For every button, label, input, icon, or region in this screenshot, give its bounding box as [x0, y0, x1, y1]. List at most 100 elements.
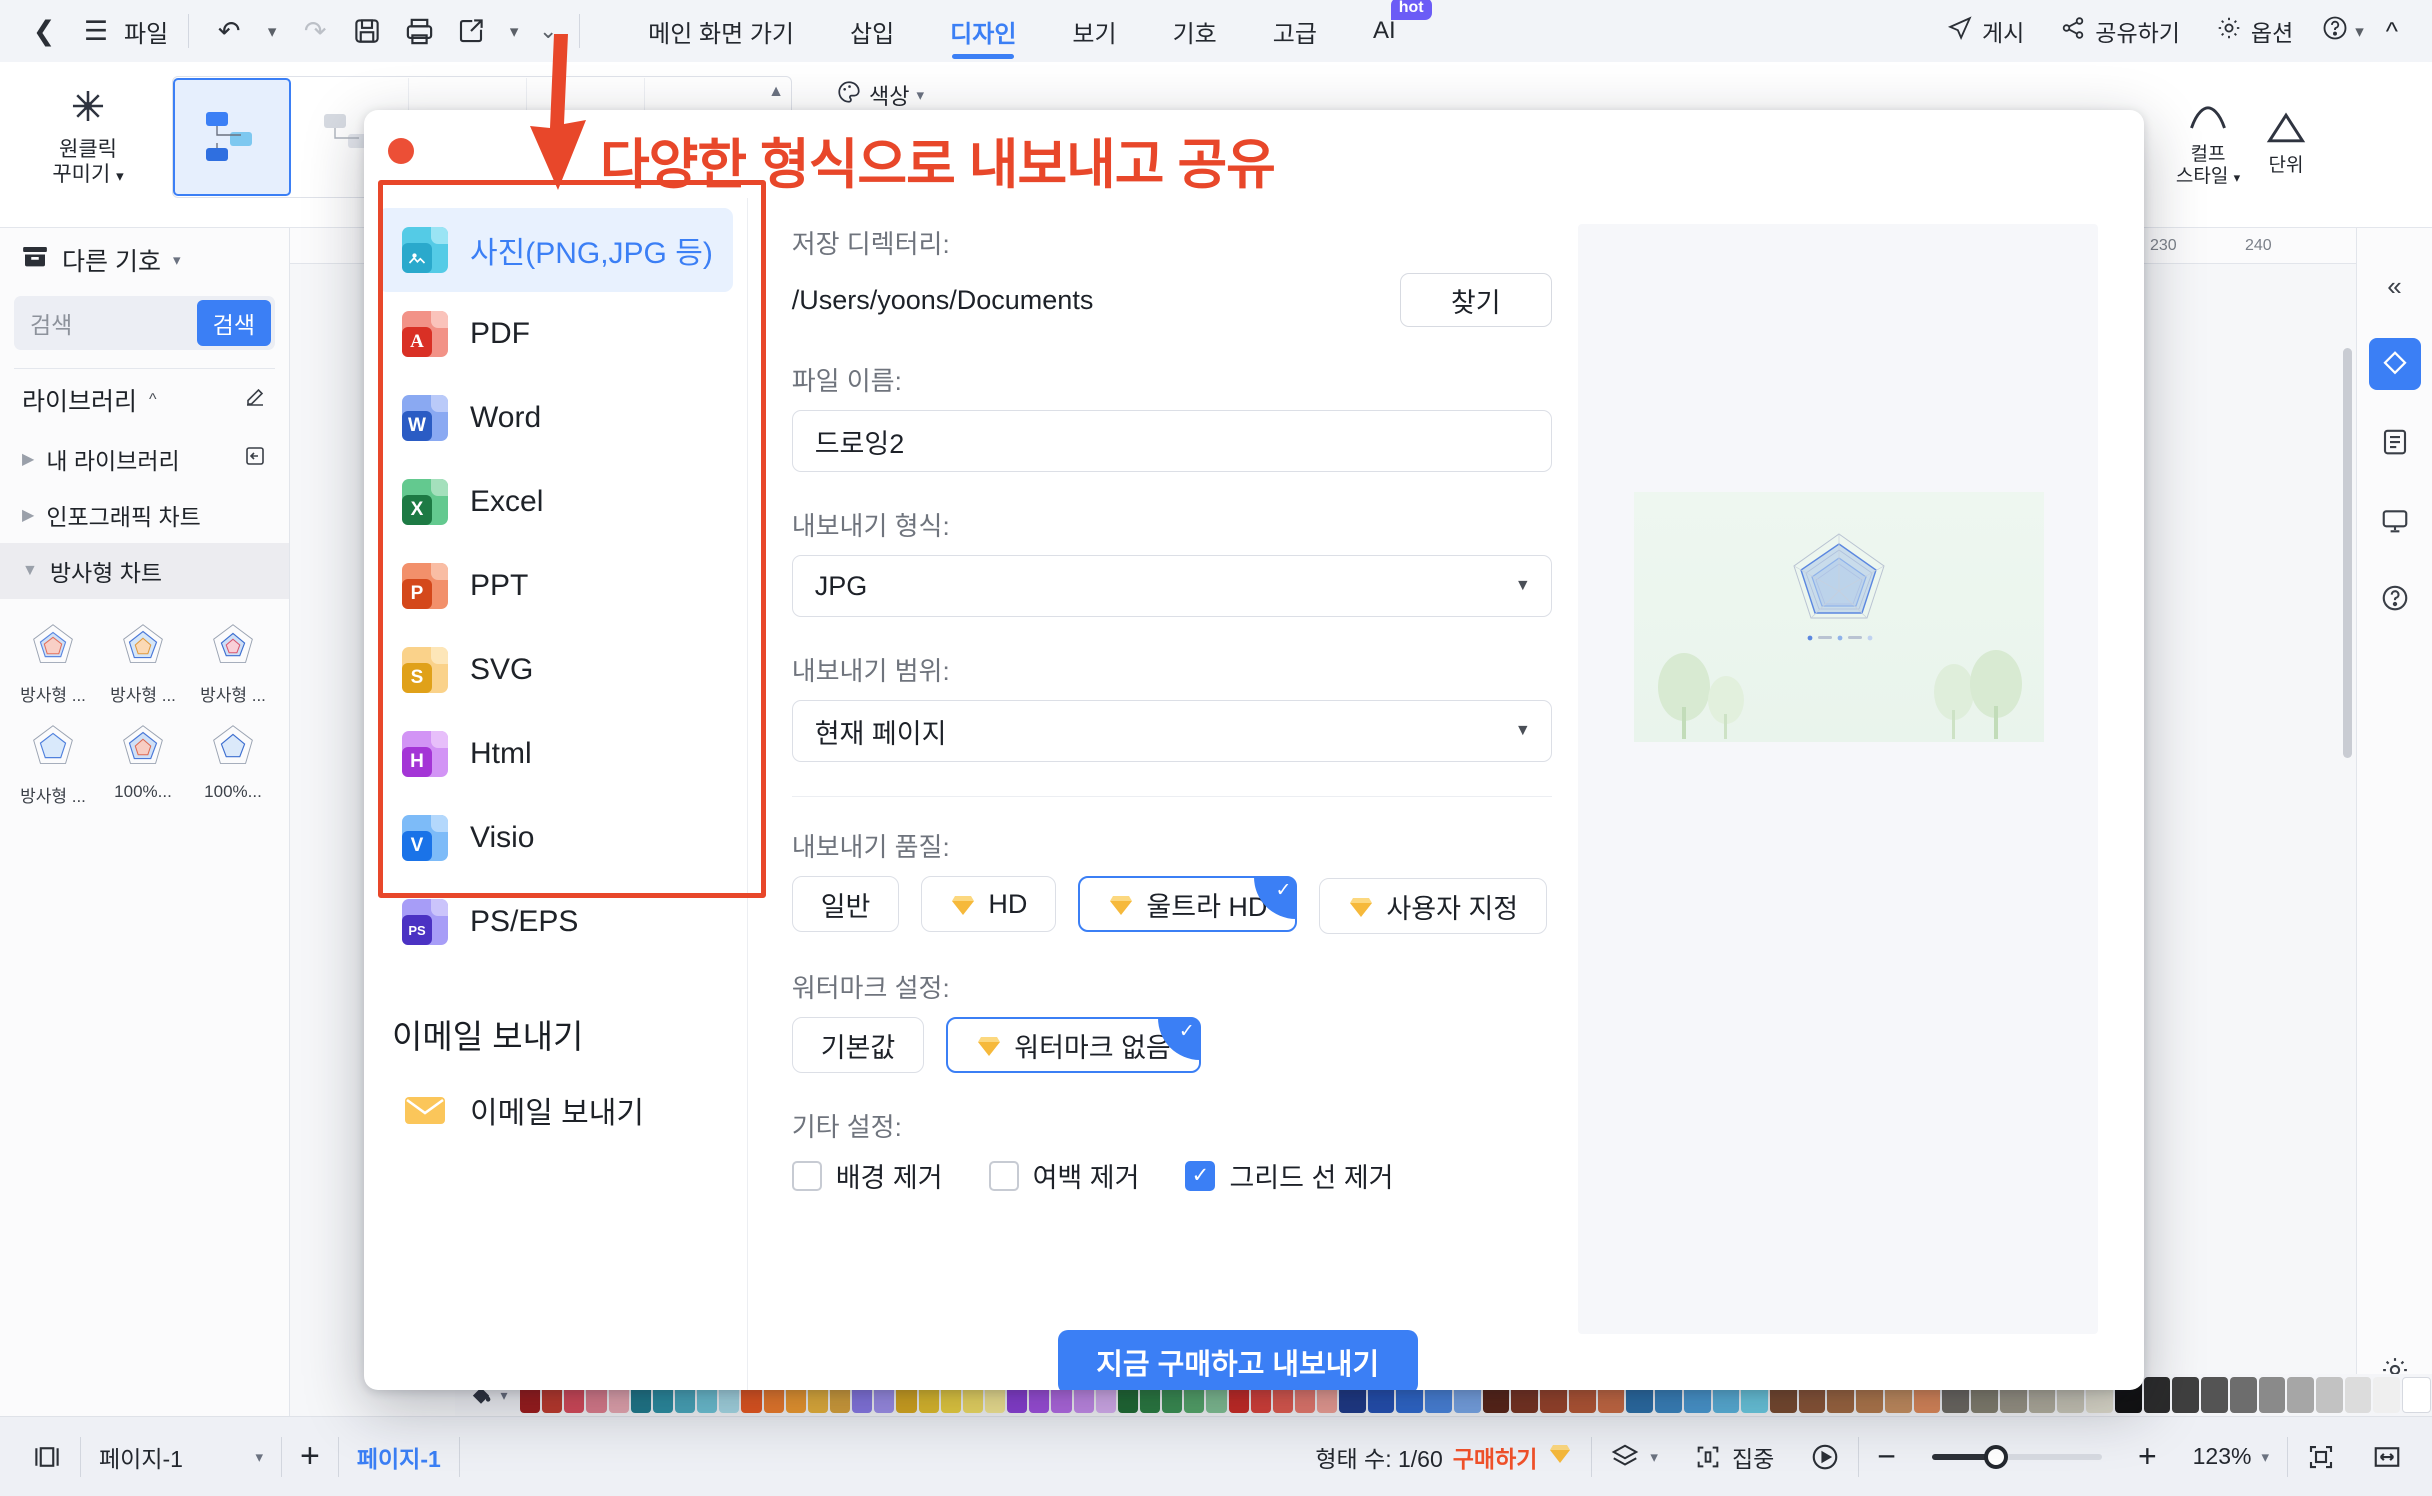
browse-button[interactable]: 찾기 [1399, 273, 1552, 327]
checkbox-remove-background[interactable]: 배경 제거 [791, 1156, 943, 1195]
chevron-up-icon[interactable]: ^ [149, 391, 157, 409]
menu-item-design[interactable]: 디자인 [922, 0, 1044, 62]
checkbox-box[interactable] [988, 1160, 1019, 1191]
email-send-item[interactable]: 이메일 보내기 [378, 1068, 733, 1152]
color-swatch[interactable] [2287, 1377, 2314, 1413]
chevron-down-icon[interactable]: ▾ [2261, 1448, 2269, 1466]
search-button[interactable]: 검색 [196, 300, 271, 346]
format-item-svg[interactable]: S SVG [378, 628, 733, 712]
menu-item-view[interactable]: 보기 [1044, 0, 1144, 62]
file-menu-label[interactable]: 파일 [122, 14, 174, 49]
share-button[interactable]: 공유하기 [2042, 0, 2198, 62]
checkbox-remove-margin[interactable]: 여백 제거 [988, 1156, 1139, 1195]
chevron-down-icon[interactable]: ▾ [916, 86, 924, 104]
print-icon[interactable] [393, 5, 445, 57]
quality-option-normal[interactable]: 일반 [791, 876, 900, 932]
help-button[interactable]: ▾ [2311, 0, 2374, 62]
color-dropdown[interactable]: 색상 ▾ [820, 75, 940, 115]
quality-option-ultra-hd[interactable]: 울트라 HD ✓ [1078, 876, 1298, 932]
color-swatch[interactable] [2172, 1377, 2200, 1413]
fit-page-button[interactable] [2288, 1442, 2354, 1472]
checkbox-box[interactable] [791, 1160, 822, 1191]
file-name-input[interactable]: 드로잉2 [791, 410, 1552, 472]
chevron-down-icon[interactable]: ▾ [173, 251, 181, 269]
page-selector[interactable]: 페이지-1 ▾ [81, 1440, 281, 1474]
format-item-html[interactable]: H Html [378, 712, 733, 796]
quality-option-custom[interactable]: 사용자 지정 [1319, 878, 1548, 934]
watermark-option-none[interactable]: 워터마크 없음 ✓ [946, 1017, 1201, 1073]
library-thumb[interactable]: 방사형 ... [20, 615, 86, 706]
chevron-down-icon[interactable]: ▾ [1650, 1448, 1658, 1466]
collapse-panel-button[interactable]: « [2369, 260, 2421, 312]
buy-link[interactable]: 구매하기 [1453, 1440, 1538, 1474]
export-format-select[interactable]: JPG ▼ [791, 555, 1552, 617]
options-button[interactable]: 옵션 [2198, 0, 2311, 62]
zoom-in-button[interactable]: + [2120, 1438, 2175, 1475]
curve-style-button[interactable]: 컬프 스타일 ▾ [2172, 76, 2244, 206]
color-swatch[interactable] [2373, 1377, 2401, 1413]
zoom-slider-knob[interactable] [1983, 1444, 2008, 1469]
format-item-image[interactable]: 사진(PNG,JPG 등) [378, 208, 733, 292]
format-item-word[interactable]: W Word [378, 376, 733, 460]
buy-and-export-button[interactable]: 지금 구매하고 내보내기 [1057, 1330, 1418, 1390]
zoom-slider-track[interactable] [1931, 1444, 2102, 1469]
canvas-vertical-scrollbar[interactable] [2343, 348, 2352, 758]
color-swatch[interactable] [2344, 1377, 2372, 1413]
publish-button[interactable]: 게시 [1929, 0, 2042, 62]
menu-item-symbols[interactable]: 기호 [1145, 0, 1245, 62]
format-item-pdf[interactable]: A PDF [378, 292, 733, 376]
save-icon[interactable] [341, 5, 393, 57]
close-icon[interactable] [388, 138, 414, 164]
library-thumb[interactable]: 방사형 ... [110, 615, 176, 706]
menu-item-insert[interactable]: 삽입 [822, 0, 922, 62]
color-swatch[interactable] [2258, 1377, 2286, 1413]
color-swatch[interactable] [2143, 1377, 2171, 1413]
chevron-down-icon[interactable]: ▼ [1515, 722, 1531, 740]
layers-button[interactable]: ▾ [1592, 1442, 1676, 1472]
library-thumb[interactable]: 100%... [110, 716, 176, 807]
library-section-header[interactable]: 라이브러리 ^ [0, 369, 289, 431]
help-caret-icon[interactable]: ▾ [2355, 5, 2364, 57]
chevron-down-icon[interactable]: ▼ [1515, 577, 1531, 595]
page-tab-1[interactable]: 페이지-1 [339, 1440, 459, 1474]
checkbox-box[interactable]: ✓ [1185, 1160, 1216, 1191]
theme-thumb-1[interactable] [173, 78, 291, 196]
chevron-left-icon[interactable]: ❮ [18, 5, 70, 57]
format-item-excel[interactable]: X Excel [378, 460, 733, 544]
color-swatch[interactable] [2402, 1377, 2431, 1413]
sidebar-item-radar-chart[interactable]: ▼ 방사형 차트 [0, 543, 289, 599]
add-page-button[interactable]: + [282, 1437, 338, 1476]
format-item-ppt[interactable]: P PPT [378, 544, 733, 628]
menu-item-advanced[interactable]: 고급 [1245, 0, 1345, 62]
page-layout-button[interactable] [2369, 416, 2421, 468]
chevron-up-icon[interactable]: ▲ [768, 83, 784, 101]
export-range-select[interactable]: 현재 페이지 ▼ [791, 700, 1552, 762]
library-thumb[interactable]: 방사형 ... [20, 716, 86, 807]
sidebar-item-infographic-chart[interactable]: ▶ 인포그래픽 차트 [0, 487, 289, 543]
library-thumb[interactable]: 100%... [200, 716, 266, 807]
format-item-ps-eps[interactable]: PS PS/EPS [378, 880, 733, 964]
menu-item-home[interactable]: 메인 화면 가기 [620, 0, 822, 62]
zoom-out-button[interactable]: − [1859, 1438, 1914, 1475]
format-item-visio[interactable]: V Visio [378, 796, 733, 880]
import-icon[interactable] [243, 444, 267, 474]
presentation-button[interactable] [2369, 494, 2421, 546]
library-header[interactable]: 다른 기호 ▾ [0, 228, 289, 292]
help-button[interactable] [2369, 572, 2421, 624]
focus-mode-button[interactable]: 집중 [1676, 1440, 1792, 1474]
collapse-ribbon-button[interactable]: ^ [2374, 0, 2410, 62]
library-thumb[interactable]: 방사형 ... [200, 615, 266, 706]
quality-option-hd[interactable]: HD [921, 876, 1057, 932]
play-button[interactable] [1792, 1442, 1858, 1472]
checkbox-remove-gridlines[interactable]: ✓ 그리드 선 제거 [1185, 1156, 1394, 1195]
zoom-level-display[interactable]: 123% ▾ [2175, 1443, 2287, 1470]
watermark-option-default[interactable]: 기본값 [791, 1017, 925, 1073]
sidebar-item-my-library[interactable]: ▶ 내 라이브러리 [0, 431, 289, 487]
search-input[interactable]: 검색 검색 [14, 296, 275, 350]
undo-caret-icon[interactable]: ▾ [255, 5, 289, 57]
chevron-down-icon[interactable]: ▾ [255, 1448, 263, 1466]
zoom-slider[interactable] [1914, 1444, 2120, 1469]
color-swatch[interactable] [2315, 1377, 2343, 1413]
one-click-decorate-button[interactable]: 원클릭 꾸미기 ▾ [18, 72, 158, 202]
view-mode-button[interactable] [0, 1442, 80, 1472]
